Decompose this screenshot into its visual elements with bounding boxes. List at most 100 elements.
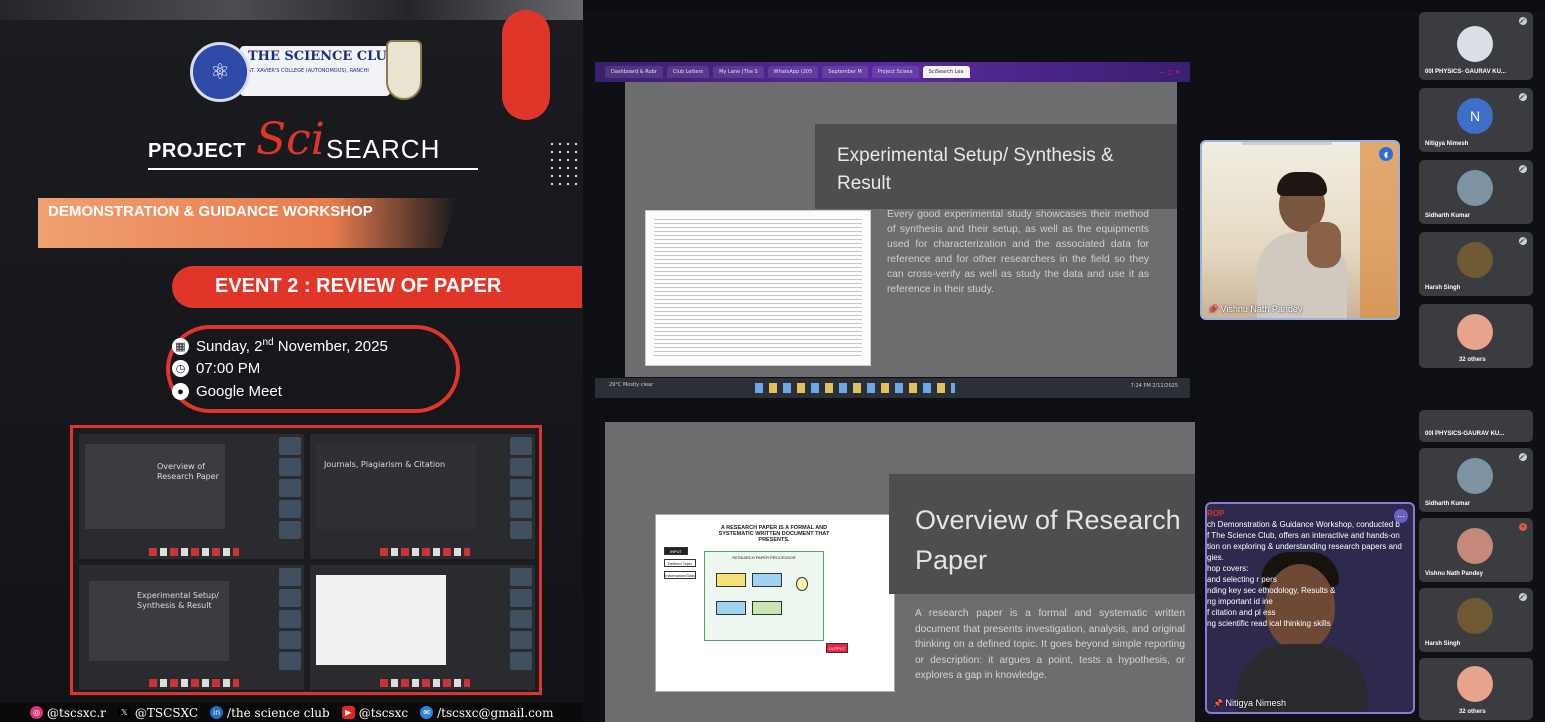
location-pin-icon: ● bbox=[172, 383, 189, 400]
diagram-title: A RESEARCH PAPER IS A FORMAL AND SYSTEMA… bbox=[718, 525, 830, 543]
collage-tile-document bbox=[310, 565, 535, 690]
browser-tab[interactable]: Dashboard & Rubr bbox=[605, 66, 663, 78]
participant-tile[interactable]: ✕ Vishnu Nath Pandey bbox=[1419, 518, 1533, 582]
social-linkedin[interactable]: in/the science club bbox=[210, 706, 330, 720]
date-row: ▦ Sunday, 2nd November, 2025 bbox=[172, 337, 388, 355]
ceiling-fan bbox=[1242, 142, 1332, 162]
social-instagram[interactable]: ◎ @tscsxc.r bbox=[30, 706, 106, 720]
text-overlay: ROP ch Demonstration & Guidance Workshop… bbox=[1207, 509, 1402, 628]
avatar bbox=[1457, 170, 1493, 206]
background-door bbox=[1360, 142, 1398, 318]
speaker-video: ROP ch Demonstration & Guidance Workshop… bbox=[1205, 502, 1415, 714]
participant-tile-others[interactable]: 32 others bbox=[1419, 304, 1533, 368]
avatar bbox=[1457, 598, 1493, 634]
participant-tile[interactable]: 🎤 Harsh Singh bbox=[1419, 232, 1533, 296]
avatar: N bbox=[1457, 98, 1493, 134]
event-poster: THE SCIENCE CLUB ST. XAVIER'S COLLEGE (A… bbox=[0, 0, 583, 722]
participant-name: 00I PHYSICS-GAURAV KU... bbox=[1425, 431, 1505, 437]
decorative-red-pill bbox=[502, 10, 550, 120]
club-logo: THE SCIENCE CLUB ST. XAVIER'S COLLEGE (A… bbox=[190, 40, 422, 106]
instagram-icon: ◎ bbox=[30, 706, 43, 719]
avatar bbox=[1457, 26, 1493, 62]
composite-image: THE SCIENCE CLUB ST. XAVIER'S COLLEGE (A… bbox=[0, 0, 1545, 722]
speaker-hand bbox=[1307, 222, 1341, 268]
participant-tile-others[interactable]: 32 others bbox=[1419, 658, 1533, 720]
venue-row: ● Google Meet bbox=[172, 383, 282, 400]
search-word: SEARCH bbox=[326, 134, 441, 164]
poster-top-strip bbox=[0, 0, 583, 20]
paper-thumbnail bbox=[645, 210, 871, 366]
collage-tile-journals: Journals, Plagiarism & Citation bbox=[310, 434, 535, 559]
event-date: Sunday, 2nd November, 2025 bbox=[196, 337, 388, 355]
participant-name: Harsh Singh bbox=[1425, 285, 1461, 291]
browser-tab[interactable]: Club Letters bbox=[666, 66, 710, 78]
slide-body: A research paper is a formal and systema… bbox=[915, 608, 1185, 681]
participant-tile[interactable]: 🎤 Sidharth Kumar bbox=[1419, 448, 1533, 512]
speaker-name: 📌 Vishnu Nath Pandey bbox=[1208, 304, 1303, 314]
time-row: ◷ 07:00 PM bbox=[172, 360, 260, 377]
speaking-indicator-icon: ◖ bbox=[1379, 147, 1393, 161]
browser-tab[interactable]: WhatsApp (205 bbox=[767, 66, 819, 78]
participant-name: Sidharth Kumar bbox=[1425, 213, 1471, 219]
participant-name: Vishnu Nath Pandey bbox=[1425, 571, 1483, 577]
diagram-step bbox=[716, 601, 746, 615]
presented-slide: Experimental Setup/ Synthesis & Result E… bbox=[625, 82, 1177, 377]
lightbulb-icon bbox=[796, 577, 808, 591]
mic-icon: 🎤 bbox=[1519, 165, 1527, 173]
diagram-step bbox=[752, 573, 782, 587]
dot-grid-decoration bbox=[548, 140, 578, 190]
clock-icon: ◷ bbox=[172, 360, 189, 377]
browser-tab[interactable]: September M bbox=[822, 66, 868, 78]
slide-title-box: Experimental Setup/ Synthesis & Result bbox=[815, 124, 1177, 209]
participant-name: 00I PHYSICS- GAURAV KU... bbox=[1425, 69, 1506, 75]
participant-tile[interactable]: 🎤 00I PHYSICS- GAURAV KU... bbox=[1419, 12, 1533, 80]
browser-tab[interactable]: Project Scisea bbox=[871, 66, 919, 78]
diagram-step bbox=[752, 601, 782, 615]
logo-band: THE SCIENCE CLUB ST. XAVIER'S COLLEGE (A… bbox=[240, 46, 398, 96]
collage-tile-title: Experimental Setup/ Synthesis & Result bbox=[137, 591, 219, 610]
collage-tile-title: Journals, Plagiarism & Citation bbox=[324, 460, 446, 469]
calendar-icon: ▦ bbox=[172, 337, 189, 355]
avatar bbox=[1457, 528, 1493, 564]
collage-tile-title: Overview of Research Paper bbox=[157, 462, 219, 481]
browser-tab[interactable]: My Lane (The S bbox=[713, 66, 764, 78]
slide-title: Overview of Research Paper bbox=[915, 505, 1181, 575]
participant-tile[interactable]: 🎤 Harsh Singh bbox=[1419, 588, 1533, 652]
mic-off-icon: ✕ bbox=[1519, 523, 1527, 531]
event-title: EVENT 2 : REVIEW OF PAPER bbox=[215, 275, 502, 297]
diagram-information: Information/Data bbox=[664, 571, 696, 579]
more-options-icon[interactable]: ⋯ bbox=[1394, 509, 1408, 523]
slide-title-box: Overview of Research Paper bbox=[889, 474, 1195, 594]
meeting-screenshot-2: A RESEARCH PAPER IS A FORMAL AND SYSTEMA… bbox=[583, 410, 1545, 722]
mic-icon: 🎤 bbox=[1519, 593, 1527, 601]
taskbar-clock[interactable]: 7:24 PM 2/11/2025 bbox=[1131, 383, 1178, 389]
diagram-input: INPUT bbox=[664, 547, 688, 555]
participant-name: Sidharth Kumar bbox=[1425, 501, 1471, 507]
diagram-output: OUTPUT bbox=[826, 643, 848, 653]
speaker-video: ◖ 📌 Vishnu Nath Pandey bbox=[1200, 140, 1400, 320]
title-underline bbox=[148, 168, 478, 170]
slide-body: Every good experimental study showcases … bbox=[887, 209, 1149, 295]
youtube-icon: ▶ bbox=[341, 706, 355, 719]
diagram-step bbox=[716, 573, 746, 587]
participant-name: 32 others bbox=[1459, 709, 1486, 715]
workshop-title: DEMONSTRATION & GUIDANCE WORKSHOP bbox=[48, 203, 373, 220]
participant-name: Nitigya Nimesh bbox=[1425, 141, 1469, 147]
college-crest-icon bbox=[386, 40, 422, 100]
social-youtube[interactable]: ▶ @tscsxc bbox=[341, 706, 408, 720]
participant-tile[interactable]: 🎤 Sidharth Kumar bbox=[1419, 160, 1533, 224]
window-controls-icon[interactable]: — ▢ ✕ bbox=[1159, 69, 1180, 76]
event-time: 07:00 PM bbox=[196, 360, 261, 377]
event-venue: Google Meet bbox=[196, 383, 282, 400]
social-mail[interactable]: ✉/tscsxc@gmail.com bbox=[420, 706, 554, 720]
avatar bbox=[1457, 242, 1493, 278]
taskbar-app-icons[interactable] bbox=[755, 383, 955, 393]
avatar-group bbox=[1457, 666, 1493, 702]
social-x[interactable]: 𝕏 @TSCSXC bbox=[117, 706, 198, 720]
mic-icon: 🎤 bbox=[1519, 237, 1527, 245]
participant-tile[interactable]: 00I PHYSICS-GAURAV KU... bbox=[1419, 410, 1533, 442]
browser-tab-active[interactable]: SciSearch Lea bbox=[922, 66, 970, 78]
participant-tile[interactable]: N 🎤 Nitigya Nimesh bbox=[1419, 88, 1533, 152]
club-name: THE SCIENCE CLUB bbox=[248, 49, 398, 64]
weather-widget[interactable]: 29°C Mostly clear bbox=[609, 382, 653, 388]
